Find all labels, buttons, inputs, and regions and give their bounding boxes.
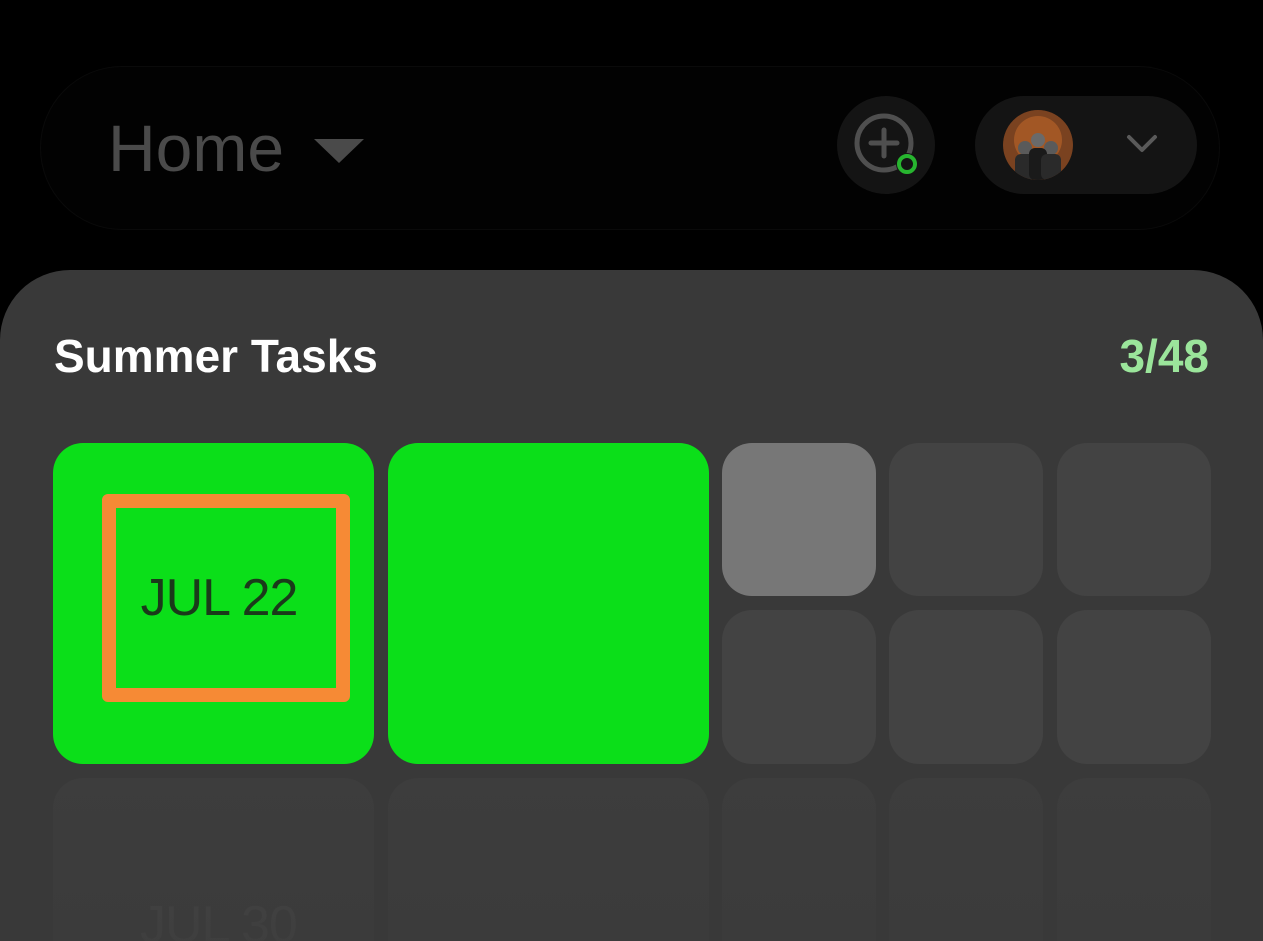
task-tile[interactable]	[1057, 443, 1211, 596]
home-dropdown-label: Home	[108, 111, 285, 185]
account-menu-button[interactable]	[975, 96, 1197, 194]
card-title: Summer Tasks	[54, 330, 378, 382]
add-button[interactable]	[837, 96, 935, 194]
tile-date-label: JUL 22	[140, 569, 299, 627]
tile-date-label-faded: JUL 30	[140, 896, 298, 941]
task-tile[interactable]	[889, 443, 1043, 596]
home-dropdown[interactable]: Home	[108, 108, 365, 188]
avatar	[1003, 110, 1073, 180]
task-tile-current[interactable]	[722, 443, 876, 596]
task-tile[interactable]	[722, 610, 876, 764]
task-tile-large-4[interactable]	[388, 778, 709, 941]
profile-photo-icon	[1003, 110, 1073, 180]
app-screen: Home Summer Tasks 3/48 JUL 22 JUL 30	[0, 0, 1263, 941]
chevron-down-icon	[1127, 135, 1157, 152]
task-tile[interactable]	[889, 778, 1043, 941]
task-tile[interactable]	[1057, 778, 1211, 941]
caret-down-icon	[314, 139, 365, 163]
task-tile[interactable]	[1057, 610, 1211, 764]
task-tile-large-2[interactable]	[388, 443, 709, 764]
task-tile[interactable]	[722, 778, 876, 941]
plus-circle-icon	[854, 113, 918, 175]
task-tile[interactable]	[889, 610, 1043, 764]
progress-count: 3/48	[1119, 330, 1209, 382]
